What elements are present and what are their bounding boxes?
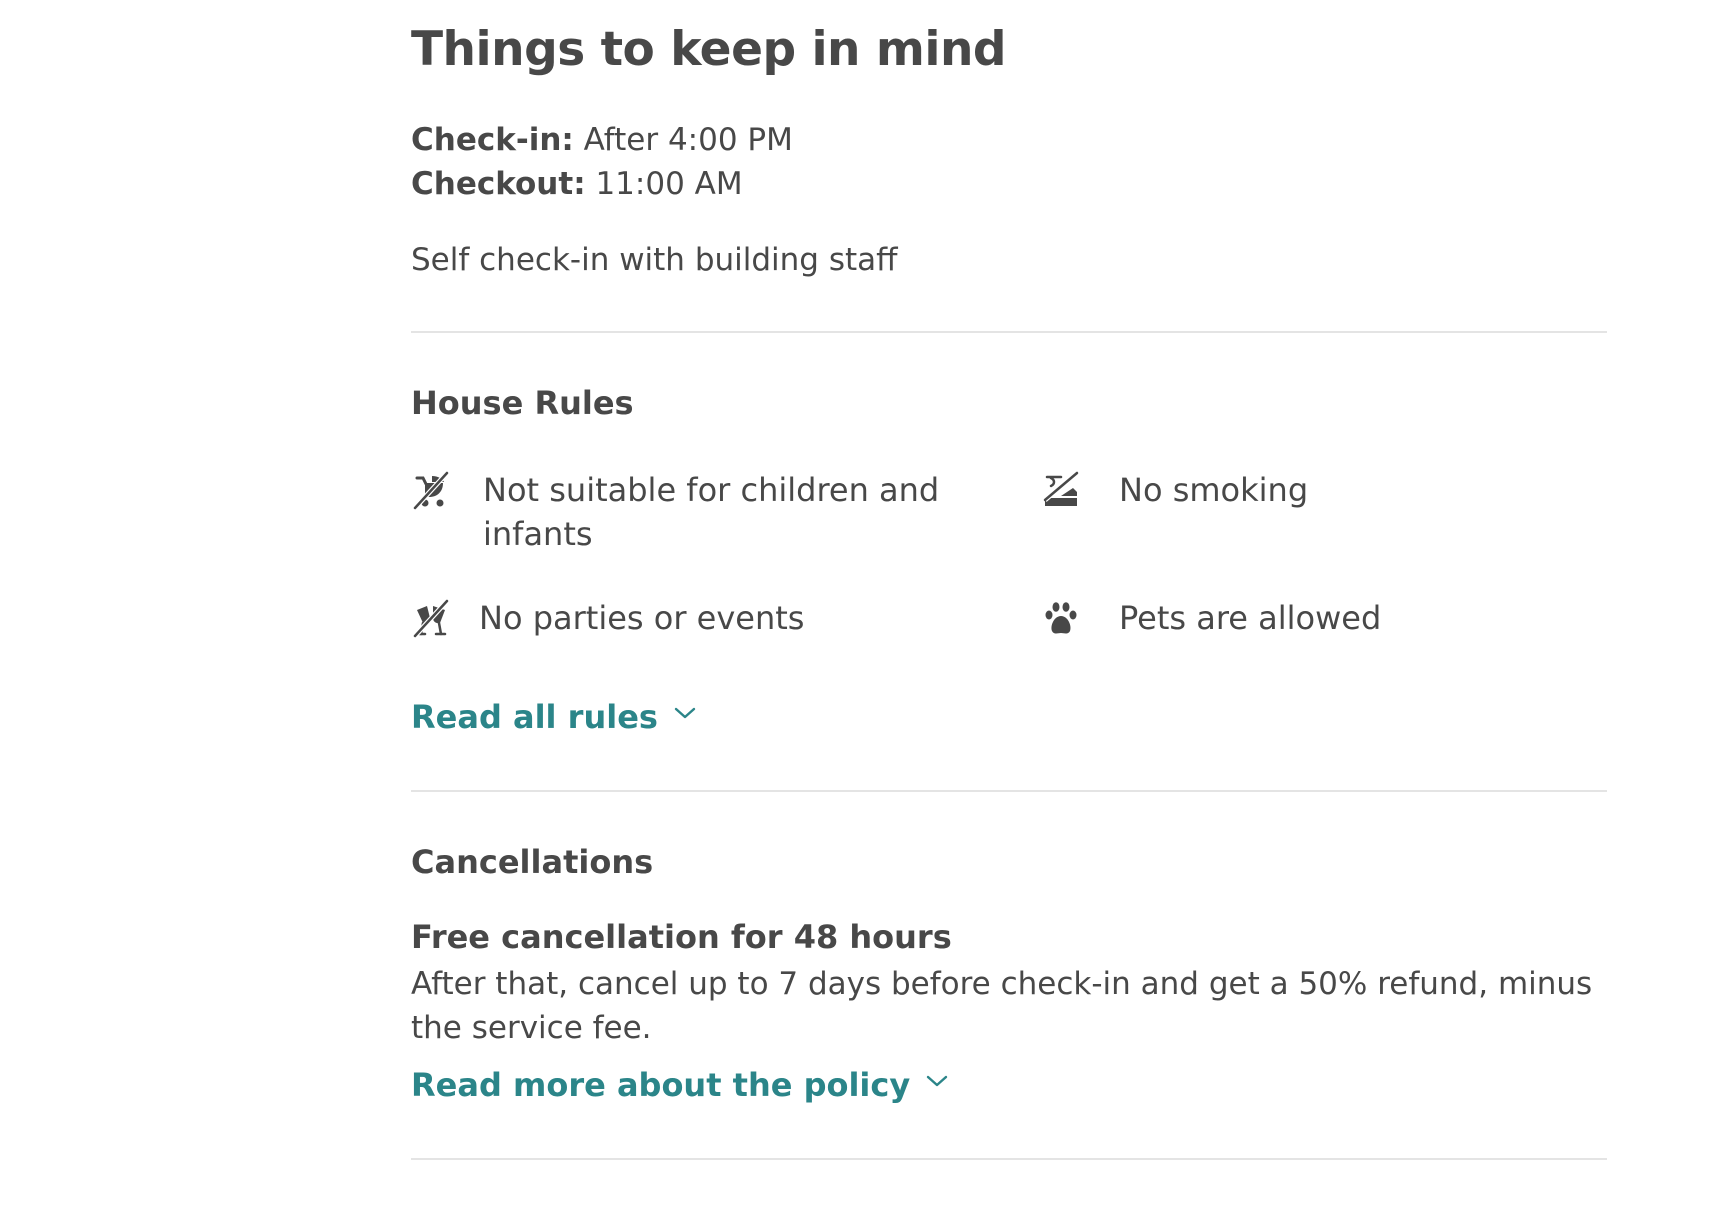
checkin-value: After 4:00 PM — [583, 122, 793, 158]
read-all-rules-link[interactable]: Read all rules — [411, 698, 696, 736]
rule-pets-allowed: Pets are allowed — [1041, 598, 1541, 648]
checkout-label: Checkout: — [411, 166, 586, 202]
rule-no-smoking: No smoking — [1041, 470, 1541, 520]
divider — [411, 1158, 1607, 1160]
no-children-icon — [411, 470, 451, 510]
read-more-policy-label: Read more about the policy — [411, 1066, 911, 1104]
rule-text: Not suitable for children and infants — [483, 471, 940, 553]
cancellation-headline: Free cancellation for 48 hours — [411, 918, 952, 956]
paw-icon — [1041, 598, 1081, 638]
checkin-line: Check-in: After 4:00 PM — [411, 122, 793, 158]
rule-text: No parties or events — [479, 599, 805, 637]
no-parties-icon — [411, 598, 451, 638]
divider — [411, 790, 1607, 792]
divider — [411, 331, 1607, 333]
chevron-down-icon — [926, 1074, 948, 1096]
checkout-line: Checkout: 11:00 AM — [411, 166, 743, 202]
self-checkin-text: Self check-in with building staff — [411, 242, 898, 278]
rule-text: Pets are allowed — [1119, 599, 1382, 637]
cancellations-title: Cancellations — [411, 843, 654, 881]
cancellation-body: After that, cancel up to 7 days before c… — [411, 966, 1593, 1046]
rule-text: No smoking — [1119, 471, 1309, 509]
no-smoking-icon — [1041, 470, 1081, 510]
rule-no-parties: No parties or events — [411, 598, 971, 648]
page-title: Things to keep in mind — [411, 22, 1007, 77]
checkout-value: 11:00 AM — [595, 166, 743, 202]
read-all-rules-label: Read all rules — [411, 698, 658, 736]
chevron-down-icon — [674, 706, 696, 728]
checkin-label: Check-in: — [411, 122, 574, 158]
house-rules-title: House Rules — [411, 384, 634, 422]
read-more-policy-link[interactable]: Read more about the policy — [411, 1066, 948, 1104]
rule-no-children: Not suitable for children and infants — [411, 470, 971, 570]
